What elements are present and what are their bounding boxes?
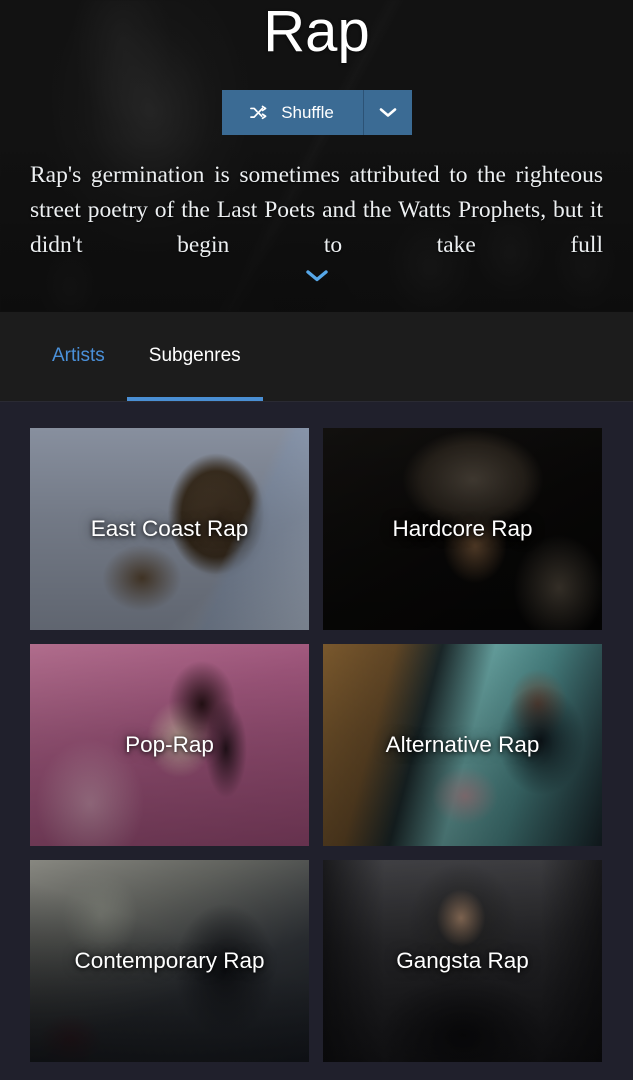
shuffle-button-label: Shuffle	[281, 102, 334, 122]
shuffle-button[interactable]: Shuffle	[221, 90, 364, 135]
page-title: Rap	[263, 0, 370, 64]
tile-label: Contemporary Rap	[74, 948, 265, 973]
subgenre-tile-hardcore-rap[interactable]: Hardcore Rap	[323, 428, 602, 630]
tab-bar: Artists Subgenres	[0, 312, 633, 402]
genre-description: Rap's germination is sometimes attribute…	[30, 162, 603, 258]
tile-label: Pop-Rap	[125, 732, 214, 757]
shuffle-dropdown-button[interactable]	[363, 90, 412, 135]
chevron-down-icon	[304, 268, 330, 288]
subgenre-tile-gangsta-rap[interactable]: Gangsta Rap	[323, 860, 602, 1062]
tile-label: Hardcore Rap	[392, 516, 533, 541]
subgenre-tile-contemporary-rap[interactable]: Contemporary Rap	[30, 860, 309, 1062]
subgenre-tile-pop-rap[interactable]: Pop-Rap	[30, 644, 309, 846]
subgenre-tile-east-coast-rap[interactable]: East Coast Rap	[30, 428, 309, 630]
genre-page: Rap Shuffle Rap's germination is sometim…	[0, 0, 633, 1080]
subgenre-grid: East Coast Rap Hardcore Rap Pop-Rap Alte…	[30, 428, 603, 1062]
chevron-down-icon	[378, 106, 398, 119]
tile-label: Alternative Rap	[385, 732, 540, 757]
tab-artists[interactable]: Artists	[30, 311, 127, 401]
tab-artists-label: Artists	[52, 345, 105, 366]
tab-subgenres-label: Subgenres	[148, 345, 241, 366]
tile-label: East Coast Rap	[90, 516, 249, 541]
tab-subgenres[interactable]: Subgenres	[126, 311, 263, 401]
shuffle-button-group: Shuffle	[221, 90, 412, 135]
description-expand-toggle[interactable]	[0, 268, 633, 288]
hero-header: Rap Shuffle Rap's germination is sometim…	[0, 0, 633, 312]
subgenres-panel: East Coast Rap Hardcore Rap Pop-Rap Alte…	[0, 402, 633, 1080]
subgenre-tile-alternative-rap[interactable]: Alternative Rap	[323, 644, 602, 846]
tile-label: Gangsta Rap	[396, 948, 529, 973]
hero-actions: Shuffle	[0, 90, 633, 135]
shuffle-icon	[250, 105, 269, 121]
